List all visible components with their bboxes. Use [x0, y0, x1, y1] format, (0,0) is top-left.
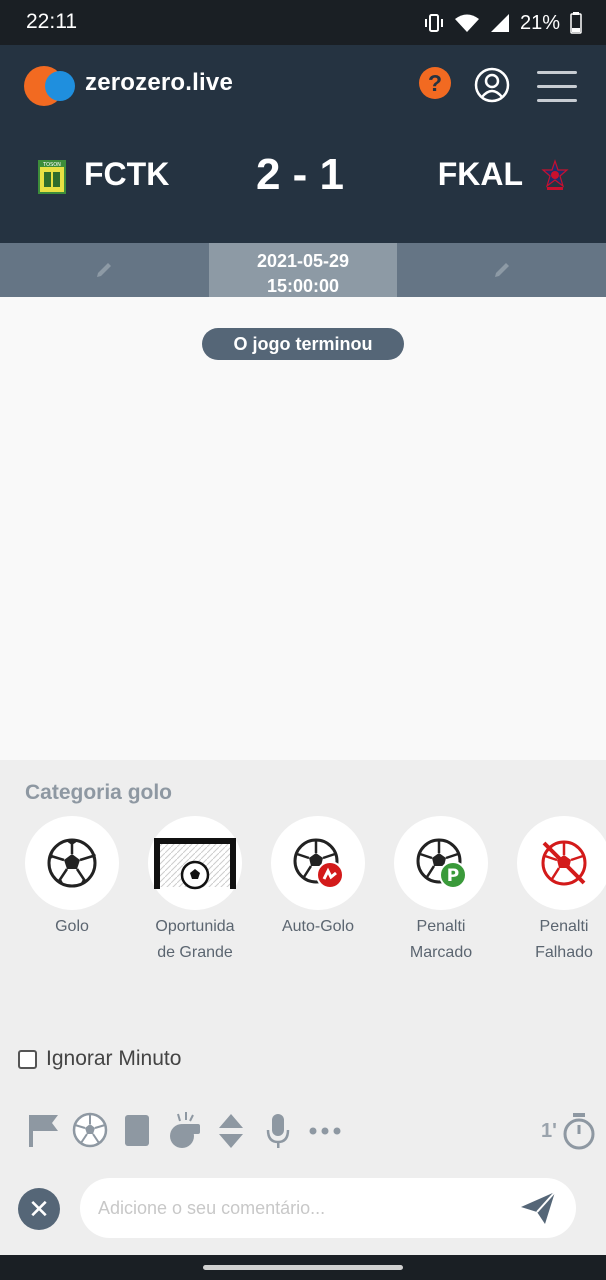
events-area: O jogo terminou	[0, 297, 606, 760]
category-penalti-falhado[interactable]: Penalti Falhado	[516, 816, 606, 966]
vibrate-icon	[424, 14, 443, 32]
match-header: zerozero.live ? TOSON FCTK 2 - 1 FKAL	[0, 45, 606, 243]
home-gesture-handle[interactable]	[203, 1265, 403, 1270]
flag-icon[interactable]	[26, 1112, 60, 1148]
card-icon[interactable]	[124, 1112, 150, 1148]
home-team-crest: TOSON	[38, 160, 66, 194]
event-input-panel: Categoria golo Golo Oportunida de Grande	[0, 760, 606, 1255]
battery-percent: 21%	[519, 11, 560, 34]
hamburger-menu-icon[interactable]	[537, 71, 577, 102]
stopwatch-icon[interactable]	[562, 1112, 596, 1150]
category-oportunidade[interactable]: Oportunida de Grande	[147, 816, 243, 966]
away-team-name: FKAL	[437, 156, 523, 192]
category-penalti-marcado[interactable]: P Penalti Marcado	[393, 816, 489, 966]
comment-input[interactable]	[98, 1178, 498, 1238]
category-auto-golo[interactable]: Auto-Golo	[270, 816, 366, 940]
category-label: Oportunida de Grande	[155, 918, 235, 961]
signal-icon	[490, 14, 509, 32]
brand-name[interactable]: zerozero.live	[85, 69, 233, 97]
status-time: 22:11	[26, 10, 77, 33]
help-button[interactable]: ?	[419, 67, 451, 99]
category-label: Penalti Falhado	[535, 918, 593, 961]
home-crest-text: TOSON	[42, 162, 61, 168]
ignore-minute-row[interactable]: Ignorar Minuto	[18, 1047, 181, 1071]
own-goal-icon	[293, 838, 344, 889]
soccer-ball-icon	[47, 838, 97, 888]
user-profile-icon[interactable]	[474, 67, 510, 103]
send-icon[interactable]	[520, 1191, 556, 1225]
match-date: 2021-05-29	[256, 251, 350, 271]
match-score: 2 - 1	[255, 150, 345, 199]
minute-label: 1'	[541, 1120, 557, 1142]
category-label: Auto-Golo	[281, 918, 355, 935]
penalty-scored-icon: P	[416, 838, 467, 889]
edit-pencil-icon[interactable]	[95, 261, 113, 279]
category-label: Golo	[55, 918, 89, 935]
battery-icon	[570, 12, 582, 34]
edit-pencil-icon[interactable]	[493, 261, 511, 279]
substitution-icon[interactable]	[218, 1112, 244, 1150]
category-label: Penalti Marcado	[409, 918, 473, 961]
match-status-badge: O jogo terminou	[202, 328, 404, 360]
goal-chance-icon	[154, 838, 236, 890]
date-bar: 2021-05-29 15:00:00	[0, 243, 606, 297]
more-icon[interactable]	[307, 1112, 343, 1150]
match-datetime: 2021-05-29 15:00:00	[209, 243, 397, 297]
home-team-name: FCTK	[84, 156, 170, 192]
comment-box	[80, 1178, 576, 1238]
system-navigation-bar	[0, 1255, 606, 1280]
whistle-icon[interactable]	[168, 1112, 202, 1150]
ignore-minute-checkbox[interactable]	[18, 1049, 37, 1069]
category-title: Categoria golo	[25, 781, 173, 804]
status-bar: 22:11 21%	[0, 0, 606, 45]
category-golo[interactable]: Golo	[24, 816, 120, 940]
soccer-ball-icon[interactable]	[72, 1112, 108, 1148]
away-team-crest	[541, 159, 569, 190]
close-button[interactable]: ✕	[18, 1188, 60, 1230]
microphone-icon[interactable]	[266, 1112, 290, 1150]
zerozero-logo-icon[interactable]	[24, 65, 80, 107]
status-icons: 21%	[424, 10, 582, 36]
svg-text:P: P	[447, 866, 459, 886]
match-time: 15:00:00	[266, 276, 340, 296]
wifi-icon	[454, 14, 479, 32]
ignore-minute-label: Ignorar Minuto	[46, 1047, 182, 1070]
penalty-missed-icon	[541, 840, 587, 886]
